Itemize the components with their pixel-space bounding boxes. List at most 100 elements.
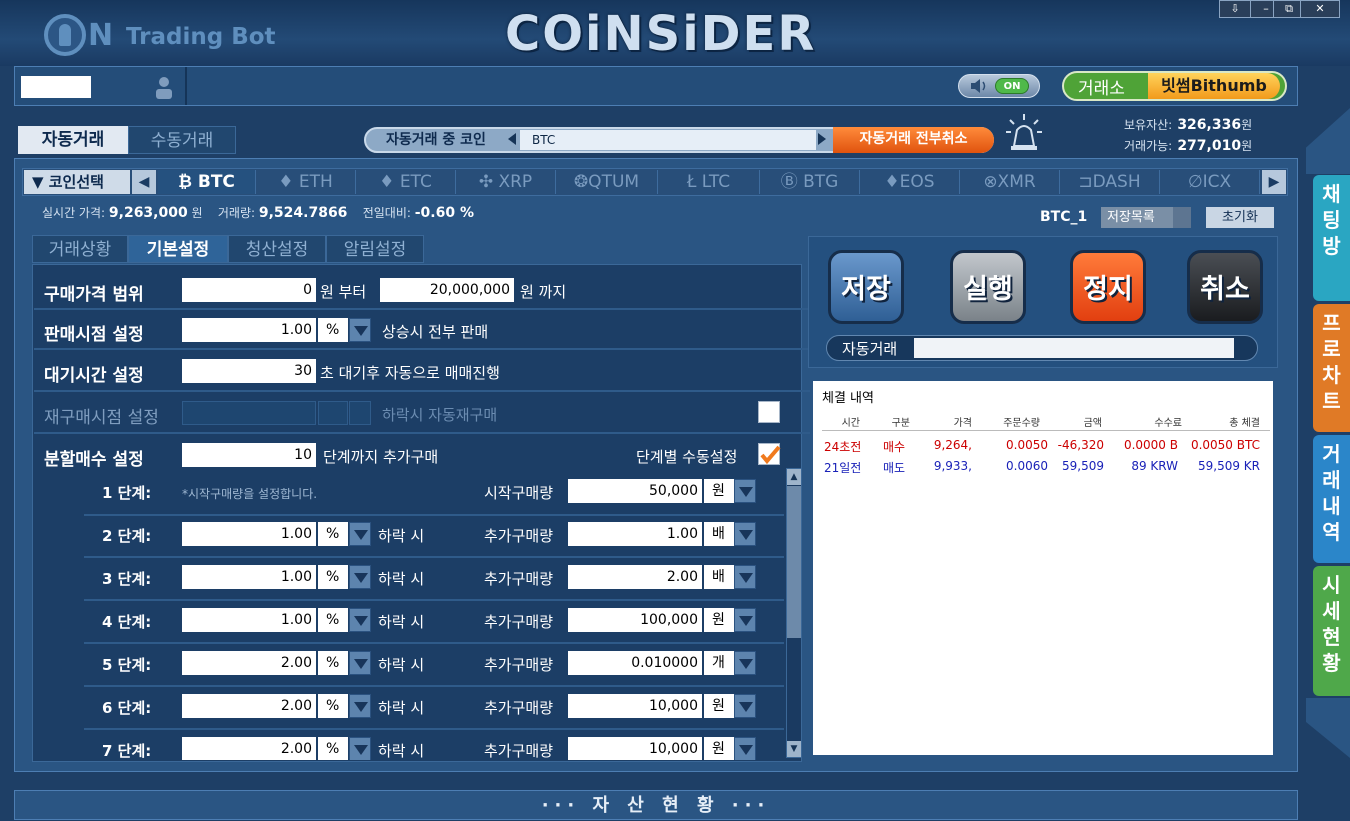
coin-tab-dash[interactable]: ⊐DASH	[1060, 170, 1160, 194]
coin-scroll-right-icon[interactable]: ▶	[1262, 170, 1286, 194]
step-amount-input[interactable]: 10,000	[568, 694, 702, 718]
cancel-button[interactable]: 취소	[1187, 250, 1263, 324]
chevron-down-icon[interactable]	[349, 651, 371, 675]
step-amount-unit[interactable]: 원	[704, 737, 734, 760]
chevron-down-icon[interactable]	[734, 565, 756, 589]
wait-time-input[interactable]: 30	[182, 359, 316, 383]
tab-trade-status[interactable]: 거래상황	[32, 235, 128, 263]
coin-tab-etc[interactable]: ♦ ETC	[356, 170, 456, 194]
scroll-thumb[interactable]	[787, 486, 801, 638]
step-label: 7 단계:	[102, 742, 152, 760]
chevron-down-icon[interactable]	[349, 737, 371, 760]
buy-range-from-input[interactable]: 0	[182, 278, 316, 302]
chevron-down-icon[interactable]	[734, 737, 756, 760]
coin-tab-ltc[interactable]: Ł LTC	[658, 170, 760, 194]
coin-tab-icx[interactable]: ∅ICX	[1160, 170, 1260, 194]
side-tab-market-status[interactable]: 시세현황	[1313, 566, 1350, 696]
step-pct-unit[interactable]: %	[318, 651, 348, 675]
step-amount-input[interactable]: 10,000	[568, 737, 702, 760]
coin-tab-btg[interactable]: Ⓑ BTG	[760, 170, 860, 194]
step-amount-input[interactable]: 1.00	[568, 522, 702, 546]
chevron-down-icon[interactable]	[349, 694, 371, 718]
step-amount-input[interactable]: 100,000	[568, 608, 702, 632]
chevron-down-icon[interactable]	[349, 608, 371, 632]
tab-manual-trade[interactable]: 수동거래	[128, 126, 236, 154]
step-pct-unit[interactable]: %	[318, 522, 348, 546]
side-tab-chat[interactable]: 채팅방	[1313, 175, 1350, 301]
history-header-price: 가격	[953, 418, 972, 429]
step-amount-unit[interactable]: 개	[704, 651, 734, 675]
chevron-down-icon[interactable]	[349, 522, 371, 546]
table-row[interactable]: 24초전 매수 9,264, 0.0050 -46,320 0.0000 B 0…	[818, 438, 1268, 454]
step-amount-input[interactable]: 2.00	[568, 565, 702, 589]
coin-tab-eth[interactable]: ♦ ETH	[256, 170, 356, 194]
preset-list-dropdown[interactable]: 저장목록	[1101, 207, 1191, 228]
step-amount-unit[interactable]: 원	[704, 608, 734, 632]
stop-button[interactable]: 정지	[1070, 250, 1146, 324]
table-row[interactable]: 21일전 매도 9,933, 0.0060 59,509 89 KRW 59,5…	[818, 459, 1268, 475]
step-pct-input[interactable]: 2.00	[182, 737, 316, 760]
user-icon[interactable]	[152, 74, 176, 100]
preset-name: BTC_1	[1040, 209, 1088, 225]
sell-point-input[interactable]: 1.00	[182, 318, 316, 342]
cancel-all-button[interactable]: 자동거래 전부취소	[833, 127, 994, 153]
step-pct-input[interactable]: 1.00	[182, 522, 316, 546]
tab-basic-settings[interactable]: 기본설정	[128, 235, 228, 263]
coin-tab-qtum[interactable]: ❂QTUM	[556, 170, 658, 194]
buy-range-to-input[interactable]: 20,000,000	[380, 278, 514, 302]
history-header-total: 총 체결	[1229, 418, 1260, 429]
step-pct-input[interactable]: 2.00	[182, 694, 316, 718]
manual-step-label: 단계별 수동설정	[636, 448, 738, 466]
scroll-down-icon[interactable]: ▼	[787, 741, 801, 757]
coin-tab-xrp[interactable]: ✣ XRP	[456, 170, 556, 194]
rebuy-checkbox[interactable]	[758, 401, 780, 423]
prev-coin-icon[interactable]	[508, 133, 516, 145]
manual-step-checkbox[interactable]	[758, 443, 781, 465]
dropdown-window-button[interactable]: ⇩	[1219, 0, 1251, 18]
exchange-value[interactable]: 빗썸Bithumb	[1148, 73, 1280, 99]
step-amount-unit[interactable]: 원	[704, 694, 734, 718]
sell-point-unit[interactable]: %	[318, 318, 348, 342]
asset-status-bar[interactable]: ··· 자 산 현 황 ···	[14, 790, 1298, 820]
chevron-down-icon[interactable]	[734, 694, 756, 718]
step-pct-unit[interactable]: %	[318, 694, 348, 718]
sound-on-indicator[interactable]: ON	[995, 78, 1029, 94]
coin-tab-btc[interactable]: ₿ BTC	[158, 170, 256, 194]
chevron-down-icon[interactable]	[734, 651, 756, 675]
coin-select-button[interactable]: ▼ 코인선택	[24, 170, 130, 194]
step-pct-input[interactable]: 1.00	[182, 608, 316, 632]
step-pct-input[interactable]: 1.00	[182, 565, 316, 589]
step-amount-unit[interactable]: 배	[704, 565, 734, 589]
chevron-down-icon[interactable]	[734, 522, 756, 546]
username-field[interactable]	[21, 76, 91, 98]
coin-tab-eos[interactable]: ♦EOS	[860, 170, 960, 194]
chevron-down-icon[interactable]	[349, 318, 371, 342]
close-button[interactable]: ✕	[1300, 0, 1340, 18]
scroll-up-icon[interactable]: ▲	[787, 469, 801, 485]
step-pct-input[interactable]: 2.00	[182, 651, 316, 675]
chevron-down-icon[interactable]	[349, 565, 371, 589]
coin-scroll-left-icon[interactable]: ◀	[132, 170, 156, 194]
step-pct-unit[interactable]: %	[318, 737, 348, 760]
step-pct-unit[interactable]: %	[318, 608, 348, 632]
tab-auto-trade[interactable]: 자동거래	[18, 126, 128, 154]
rebuy-unit	[318, 401, 348, 425]
chevron-down-icon[interactable]	[734, 479, 756, 503]
split-buy-input[interactable]: 10	[182, 443, 316, 467]
chevron-down-icon[interactable]	[734, 608, 756, 632]
reset-button[interactable]: 초기화	[1206, 207, 1274, 228]
step-amount-input[interactable]: 0.010000	[568, 651, 702, 675]
run-button[interactable]: 실행	[950, 250, 1026, 324]
side-tab-pro-chart[interactable]: 프로차트	[1313, 304, 1350, 432]
side-tab-trade-history[interactable]: 거래내역	[1313, 435, 1350, 563]
step-pct-unit[interactable]: %	[318, 565, 348, 589]
next-coin-icon[interactable]	[818, 133, 826, 145]
coin-tab-xmr[interactable]: ⊗XMR	[960, 170, 1060, 194]
step-amount-unit[interactable]: 배	[704, 522, 734, 546]
current-coin-field[interactable]: BTC	[520, 130, 816, 150]
tab-liquidation-settings[interactable]: 청산설정	[228, 235, 326, 263]
step-amount-unit[interactable]: 원	[704, 479, 734, 503]
step-amount-input[interactable]: 50,000	[568, 479, 702, 503]
tab-alarm-settings[interactable]: 알림설정	[326, 235, 424, 263]
save-button[interactable]: 저장	[828, 250, 904, 324]
